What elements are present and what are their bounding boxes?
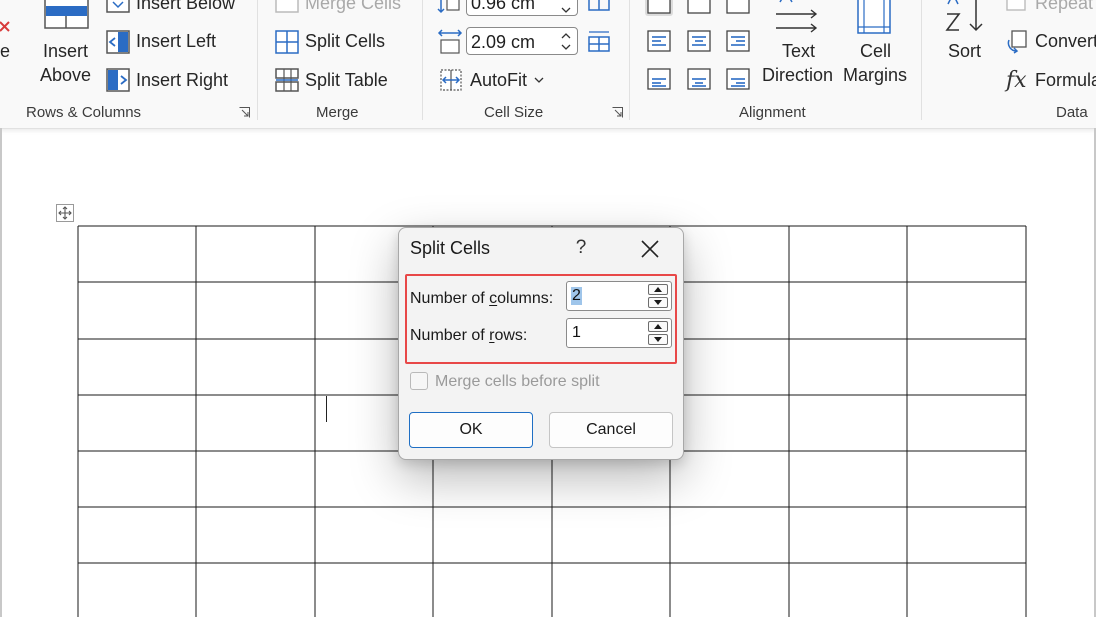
close-icon [641, 240, 659, 258]
ok-button[interactable]: OK [409, 412, 533, 448]
close-button[interactable] [637, 236, 663, 262]
columns-decrement-button[interactable] [648, 297, 668, 308]
columns-label: Number of columns: [410, 290, 554, 307]
rows-spinner[interactable]: 1 [566, 318, 672, 348]
columns-spin-buttons [648, 284, 668, 308]
cancel-button[interactable]: Cancel [549, 412, 673, 448]
table-move-handle[interactable] [56, 204, 74, 222]
merge-before-split-label: Merge cells before split [435, 373, 600, 390]
columns-increment-button[interactable] [648, 284, 668, 295]
rows-spin-buttons [648, 321, 668, 345]
rows-decrement-button[interactable] [648, 334, 668, 345]
columns-spinner[interactable]: 2 [566, 281, 672, 311]
text-cursor [326, 396, 327, 422]
split-cells-dialog: Split Cells ? Number of columns: 2 Numbe… [398, 227, 684, 460]
move-arrows-icon [58, 206, 72, 220]
help-button[interactable]: ? [571, 237, 591, 259]
merge-before-split-checkbox [410, 372, 428, 390]
columns-value[interactable]: 2 [571, 287, 582, 305]
rows-value[interactable]: 1 [571, 324, 582, 342]
rows-label: Number of rows: [410, 327, 528, 344]
rows-increment-button[interactable] [648, 321, 668, 332]
dialog-title: Split Cells [410, 238, 491, 258]
